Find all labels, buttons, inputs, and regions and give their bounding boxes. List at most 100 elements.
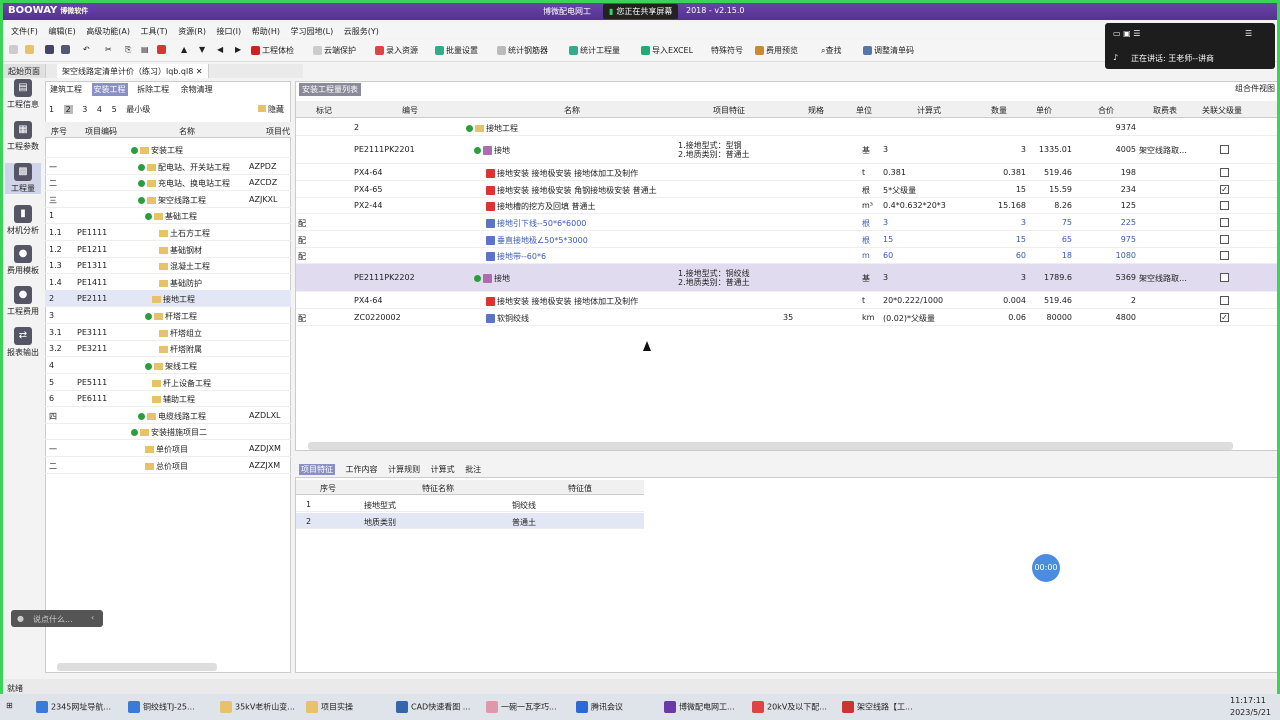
- tab-calc-rules[interactable]: 计算规则: [388, 465, 420, 474]
- timer-bubble[interactable]: 00:00: [1032, 554, 1060, 582]
- grid-scrollbar[interactable]: [308, 442, 1233, 450]
- tree-row[interactable]: 2 PE2111 接地工程: [45, 290, 291, 307]
- feature-row[interactable]: 2 地质类别 普通土: [296, 513, 644, 529]
- rebar-stats-button[interactable]: 统计钢筋器: [497, 45, 548, 56]
- level-1[interactable]: 1: [49, 105, 54, 114]
- tree-row[interactable]: 5 PE5111 杆上设备工程: [45, 374, 291, 391]
- taskbar-item[interactable]: 架空线路【工...: [842, 701, 913, 713]
- tree-row[interactable]: 3.1 PE3111 杆塔组立: [45, 324, 291, 341]
- level-3[interactable]: 3: [82, 105, 87, 114]
- tab-notes[interactable]: 批注: [465, 465, 481, 474]
- tree-row[interactable]: 三 架空线路工程 AZJKXL: [45, 191, 291, 208]
- delete-icon[interactable]: [157, 45, 168, 54]
- save-icon[interactable]: [45, 45, 56, 54]
- grid-row[interactable]: PX2-44 接地槽的挖方及回填 普通土 m³ 0.4*0.632*20*3 15.16…: [296, 197, 1277, 214]
- tab-cleanup[interactable]: 余物清理: [179, 83, 215, 96]
- find-button[interactable]: ⌕查找: [821, 45, 841, 56]
- parent-qty-checkbox[interactable]: [1220, 168, 1229, 177]
- taskbar-item[interactable]: CAD快速看图 ...: [396, 701, 470, 713]
- clock-date[interactable]: 2023/5/21: [1230, 708, 1271, 717]
- tree-row[interactable]: 6 PE6111 辅助工程: [45, 390, 291, 407]
- parent-qty-checkbox[interactable]: ✓: [1220, 185, 1229, 194]
- menu-cloud[interactable]: 云服务(Y): [344, 26, 379, 37]
- level-2[interactable]: 2: [63, 105, 73, 114]
- level-5[interactable]: 5: [112, 105, 117, 114]
- hide-button[interactable]: 隐藏: [258, 104, 284, 115]
- parent-qty-checkbox[interactable]: [1220, 218, 1229, 227]
- nav-fee-template[interactable]: ● 费用模板: [5, 245, 41, 276]
- grid-row[interactable]: 2 接地工程 9374: [296, 119, 1277, 136]
- menu-advanced[interactable]: 高级功能(A): [86, 26, 130, 37]
- batch-set-button[interactable]: 批量设置: [435, 45, 478, 56]
- fee-preview-button[interactable]: 费用预览: [755, 45, 798, 56]
- parent-qty-checkbox[interactable]: ✓: [1220, 313, 1229, 322]
- close-icon[interactable]: ✕: [196, 67, 203, 76]
- screen-share-banner[interactable]: ▮ 您正在共享屏幕: [603, 4, 679, 19]
- special-symbol-button[interactable]: 特殊符号: [711, 45, 743, 56]
- move-down-icon[interactable]: ▼: [199, 45, 205, 54]
- tree-row[interactable]: 4 架线工程: [45, 357, 291, 374]
- tree-row[interactable]: 1.4 PE1411 基础防护: [45, 274, 291, 291]
- taskbar-item[interactable]: 35kV老析山变...: [220, 701, 295, 713]
- nav-quantity[interactable]: ▩ 工程量: [5, 163, 41, 194]
- parent-qty-checkbox[interactable]: [1220, 201, 1229, 210]
- tree-row[interactable]: 1.2 PE1211 基础钢材: [45, 241, 291, 258]
- clock-time[interactable]: 11:17:11: [1230, 696, 1266, 705]
- grid-row[interactable]: PX4-64 接地安装 接地极安装 接地体加工及制作 t 20*0.222/1000 0…: [296, 292, 1277, 309]
- move-left-icon[interactable]: ◀: [217, 45, 223, 54]
- taskbar-item[interactable]: 博微配电网工...: [664, 701, 735, 713]
- adjust-list-code-button[interactable]: 调整清单码: [863, 45, 914, 56]
- tree-scrollbar[interactable]: [57, 663, 217, 671]
- menu-help[interactable]: 帮助(H): [252, 26, 280, 37]
- undo-icon[interactable]: ↶: [83, 45, 90, 54]
- menu-tools[interactable]: 工具(T): [141, 26, 168, 37]
- parent-qty-checkbox[interactable]: [1220, 251, 1229, 260]
- tab-demolish[interactable]: 拆除工程: [135, 83, 171, 96]
- parent-qty-checkbox[interactable]: [1220, 296, 1229, 305]
- tab-building[interactable]: 建筑工程: [48, 83, 84, 96]
- grid-row[interactable]: PE2111PK2202 接地 1.接地型式：铜绞线 2.地质类别：普通土 基 3 3 178…: [296, 264, 1277, 292]
- copy-icon[interactable]: ⎘: [125, 45, 131, 55]
- enter-resource-button[interactable]: 录入资源: [375, 45, 418, 56]
- grid-row[interactable]: PE2111PK2201 接地 1.接地型式：型钢 2.地质类别：普通土 基 3 3 1335…: [296, 136, 1277, 164]
- import-excel-button[interactable]: 导入EXCEL: [641, 45, 693, 56]
- tab-start-page[interactable]: 起始页面: [3, 64, 46, 78]
- project-check-button[interactable]: 工程体检: [251, 45, 294, 56]
- tree-row[interactable]: 一 单价项目 AZDJXM: [45, 440, 291, 457]
- tree-row[interactable]: 1.3 PE1311 混凝土工程: [45, 257, 291, 274]
- level-min[interactable]: 最小级: [126, 105, 150, 114]
- taskbar-item[interactable]: 项目实操: [306, 701, 353, 713]
- grid-row[interactable]: 配 ZC0220002 软铜绞线 35 km (0.02)*父级量 0.06 80000 480…: [296, 309, 1277, 326]
- grid-row[interactable]: 配 垂直接地极∠50*5*3000 根 15 15 65 975: [296, 231, 1277, 248]
- tree-row[interactable]: 1 基础工程: [45, 207, 291, 224]
- grid-row[interactable]: 配 接地带--60*6 m 60 60 18 1080: [296, 247, 1277, 264]
- grid-row[interactable]: PX4-64 接地安装 接地极安装 接地体加工及制作 t 0.381 0.381 519.…: [296, 164, 1277, 181]
- combo-view-button[interactable]: 组合件视图: [1235, 83, 1275, 94]
- nav-project-info[interactable]: ▤ 工程信息: [5, 79, 41, 110]
- tree-row[interactable]: 二 充电站、换电站工程 AZCDZ: [45, 174, 291, 191]
- parent-qty-checkbox[interactable]: [1220, 235, 1229, 244]
- menu-icon[interactable]: ☰: [1245, 29, 1252, 38]
- new-file-icon[interactable]: [9, 45, 20, 54]
- tree-row[interactable]: 安装措施项目二: [45, 423, 291, 440]
- menu-edit[interactable]: 编辑(E): [48, 26, 75, 37]
- tab-install-quantity-list[interactable]: 安装工程量列表: [299, 83, 361, 96]
- nav-report-output[interactable]: ⇄ 报表输出: [5, 327, 41, 358]
- grid-row[interactable]: 配 接地引下线--50*6*6000 根 3 3 75 225: [296, 214, 1277, 231]
- parent-qty-checkbox[interactable]: [1220, 145, 1229, 154]
- quantity-stats-button[interactable]: 统计工程量: [569, 45, 620, 56]
- meeting-icons[interactable]: ▭ ▣ ☰: [1113, 29, 1140, 38]
- taskbar-item[interactable]: 腾讯会议: [576, 701, 623, 713]
- taskbar-item[interactable]: 2345网址导航...: [36, 701, 111, 713]
- menu-interface[interactable]: 接口(I): [217, 26, 242, 37]
- tab-formula[interactable]: 计算式: [431, 465, 455, 474]
- cloud-protect-button[interactable]: 云端保护: [313, 45, 356, 56]
- chat-input[interactable]: ● 说点什么... ‹: [11, 610, 103, 627]
- menu-learning[interactable]: 学习园地(L): [291, 26, 334, 37]
- tree-row[interactable]: 一 配电站、开关站工程 AZPDZ: [45, 158, 291, 175]
- tab-project[interactable]: 架空线路定清单计价（练习）lqb.ql8 ✕: [57, 64, 209, 78]
- move-right-icon[interactable]: ▶: [235, 45, 241, 54]
- move-up-icon[interactable]: ▲: [181, 45, 187, 54]
- feature-row[interactable]: 1 接地型式 铜绞线: [296, 496, 644, 512]
- grid-row[interactable]: PX4-65 接地安装 接地极安装 角钢接地极安装 普通土 根 5*父级量 15 15.5…: [296, 181, 1277, 198]
